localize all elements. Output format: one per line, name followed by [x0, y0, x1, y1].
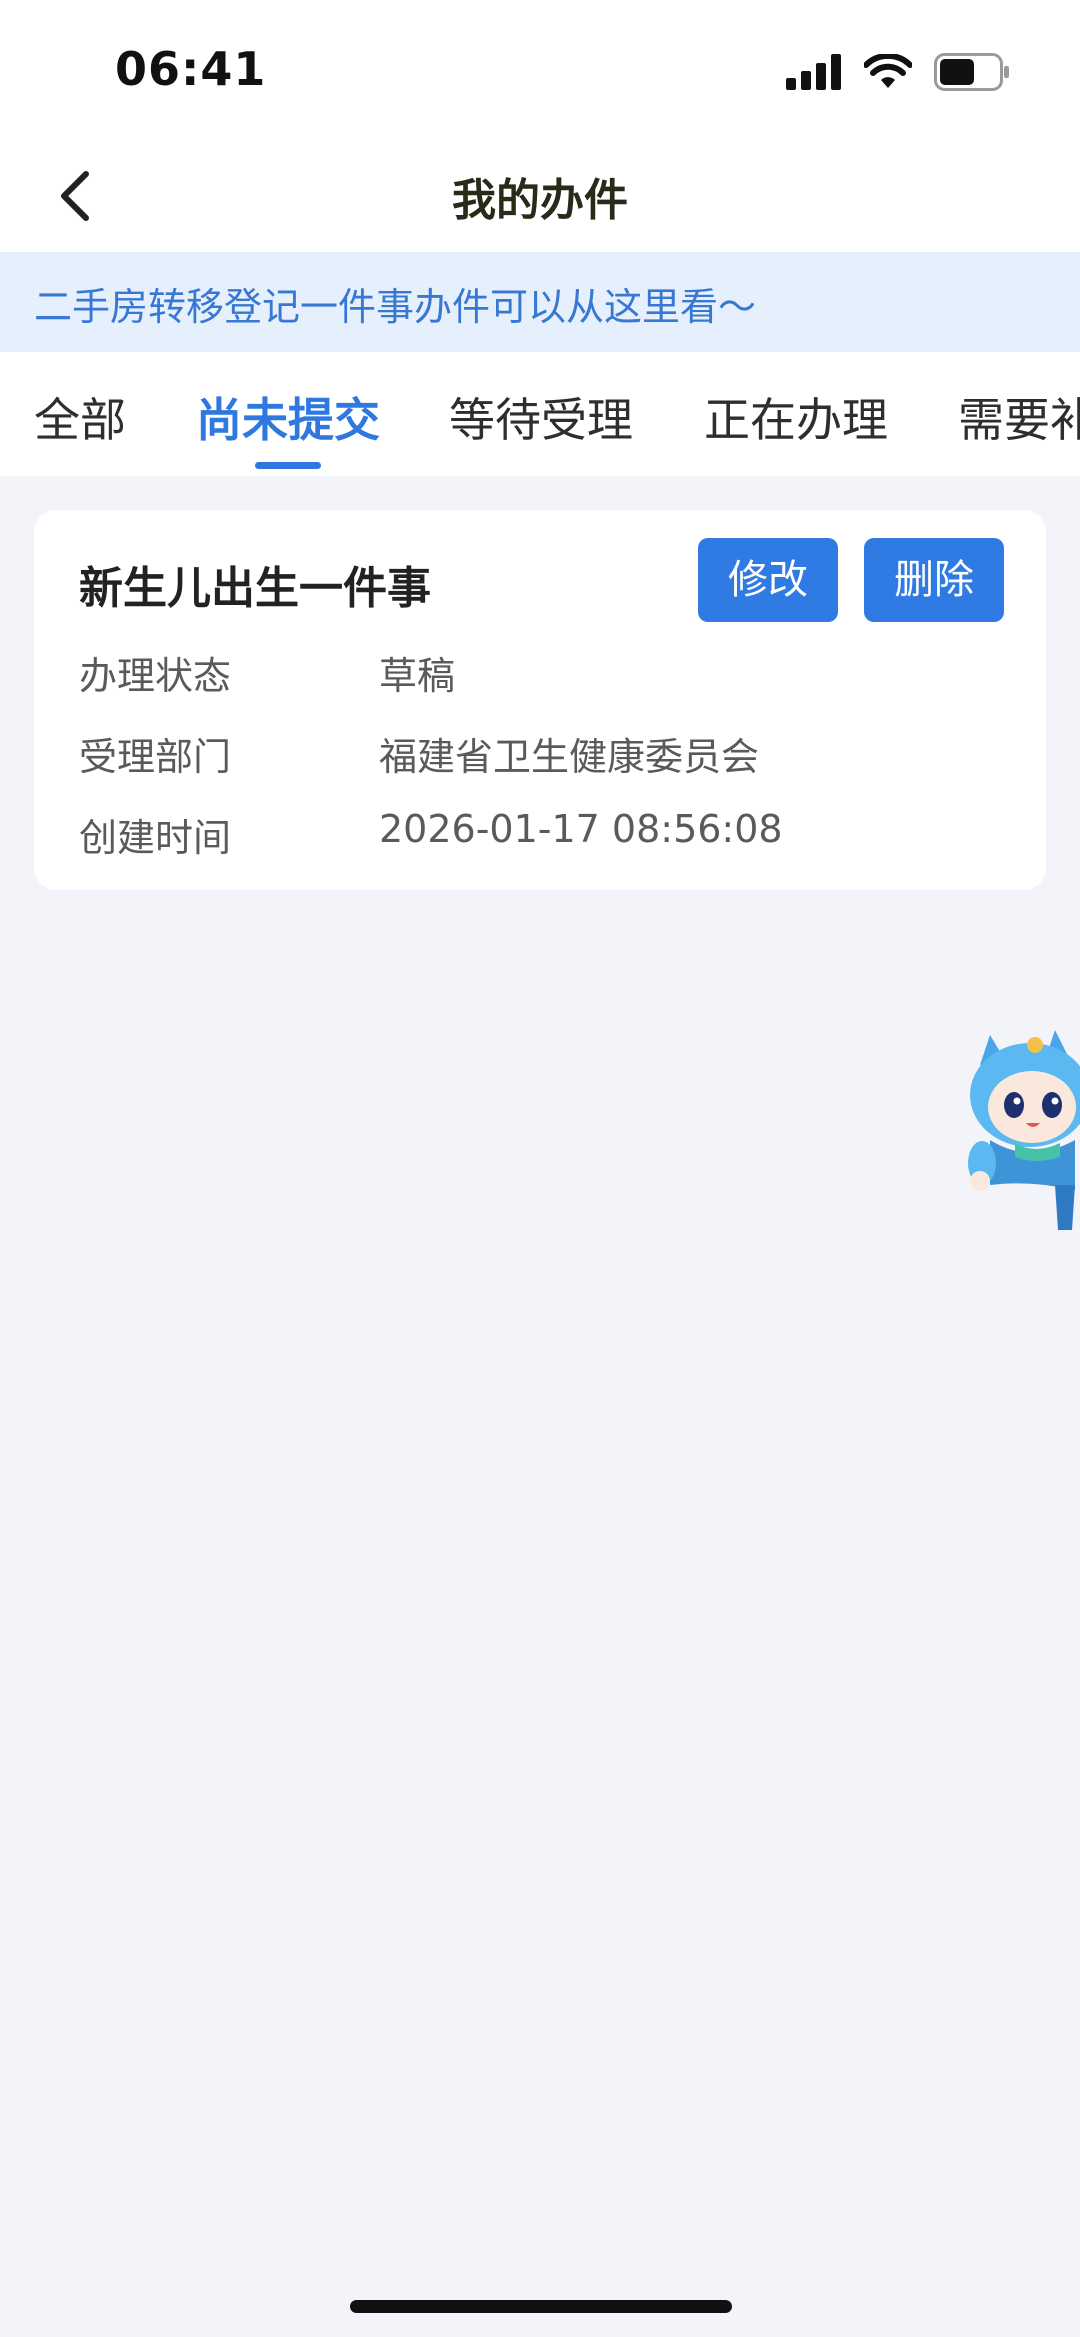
cellular-signal-icon: [786, 54, 841, 90]
status-label: 办理状态: [79, 654, 232, 698]
status-bar: 06:41: [0, 0, 1080, 140]
status-value: 草稿: [379, 654, 456, 698]
nav-bar: 我的办件: [0, 140, 1080, 252]
status-time: 06:41: [115, 42, 267, 96]
assistant-mascot-icon[interactable]: [960, 1015, 1080, 1230]
created-time-value: 2026-01-17 08:56:08: [379, 807, 783, 851]
status-tabs: 全部 尚未提交 等待受理 正在办理 需要补: [0, 352, 1080, 476]
created-time-label: 创建时间: [79, 816, 232, 860]
notice-banner-text: 二手房转移登记一件事办件可以从这里看～: [34, 285, 757, 329]
department-value: 福建省卫生健康委员会: [379, 735, 760, 779]
status-icons: [786, 50, 1010, 94]
wifi-icon: [864, 54, 912, 88]
tab-awaiting-acceptance[interactable]: 等待受理: [449, 384, 633, 450]
home-indicator: [350, 2300, 732, 2313]
application-title: 新生儿出生一件事: [79, 563, 431, 614]
tab-not-submitted[interactable]: 尚未提交: [196, 384, 380, 450]
department-label: 受理部门: [79, 735, 232, 779]
battery-icon: [934, 53, 1009, 91]
tab-needs-supplement[interactable]: 需要补: [958, 384, 1080, 450]
edit-button[interactable]: 修改: [698, 538, 838, 622]
application-card[interactable]: 新生儿出生一件事 修改 删除 办理状态 草稿 受理部门 福建省卫生健康委员会 创…: [34, 510, 1046, 890]
notice-banner: 二手房转移登记一件事办件可以从这里看～: [0, 252, 1080, 352]
tab-in-progress[interactable]: 正在办理: [704, 384, 888, 450]
tab-all[interactable]: 全部: [34, 384, 126, 450]
delete-button[interactable]: 删除: [864, 538, 1004, 622]
page-title: 我的办件: [452, 175, 628, 226]
active-tab-indicator: [255, 462, 321, 469]
